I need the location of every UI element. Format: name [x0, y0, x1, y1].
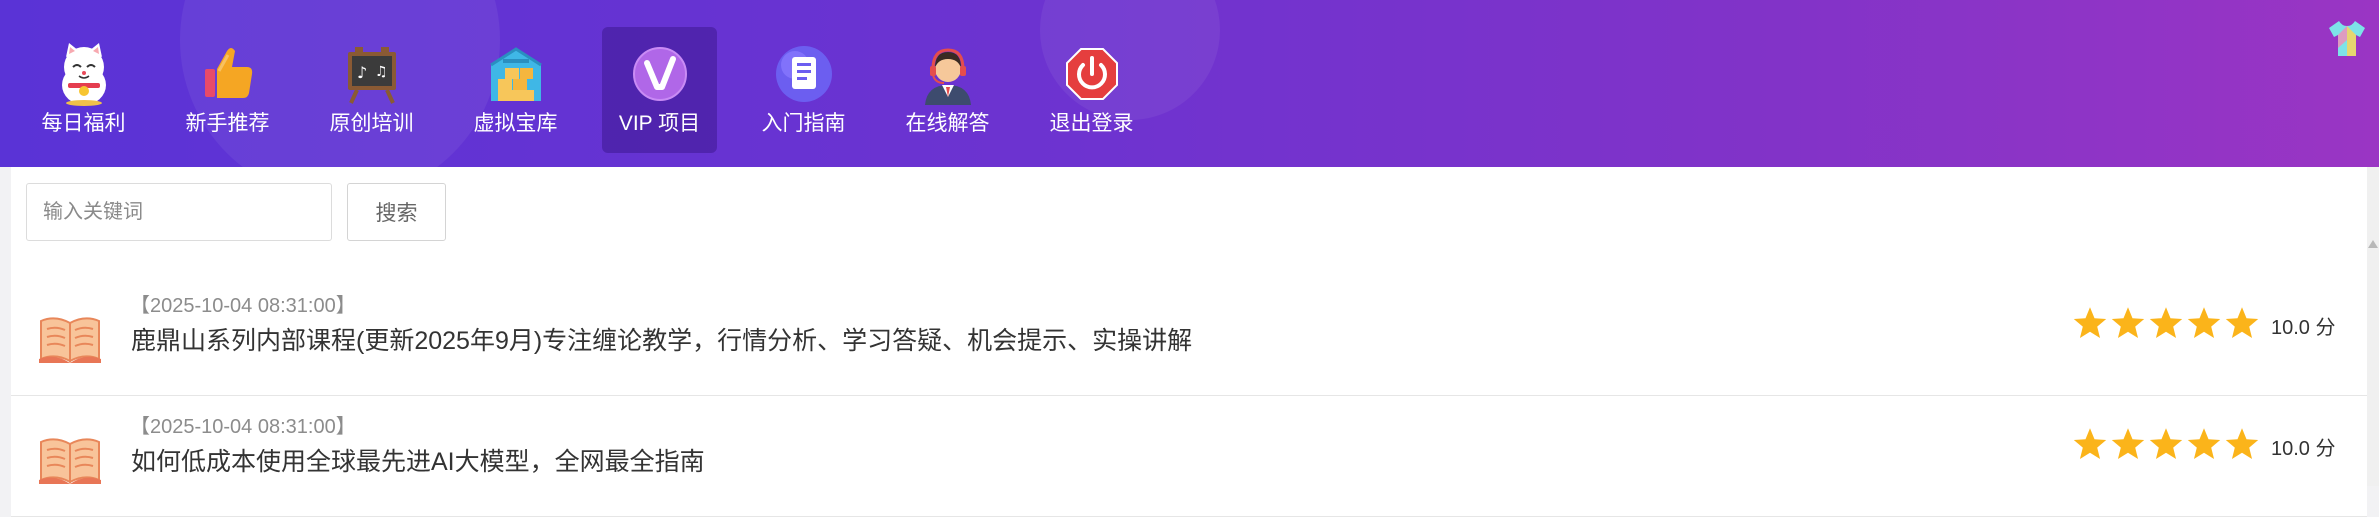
item-title[interactable]: 鹿鼎山系列内部课程(更新2025年9月)专注缠论教学，行情分析、学习答疑、机会提… [131, 325, 1192, 357]
star-icon [2111, 307, 2145, 338]
scrollbar[interactable] [2367, 167, 2379, 486]
top-navigation-bar: 每日福利 新手推荐 ♪ ♫ 原创培训 虚拟宝库 VIP 项目 入门指南 在线解答… [0, 0, 2379, 167]
item-title[interactable]: 如何低成本使用全球最先进AI大模型，全网最全指南 [131, 446, 705, 478]
rating-stars [2072, 426, 2262, 462]
nav-item-virtual-treasury[interactable]: 虚拟宝库 [458, 27, 573, 153]
search-input[interactable] [26, 183, 332, 241]
star-icon [2187, 428, 2221, 459]
star-icon [2111, 428, 2145, 459]
nav-item-newbie-recommend[interactable]: 新手推荐 [170, 27, 285, 153]
nav-item-daily-welfare[interactable]: 每日福利 [26, 27, 141, 153]
customer-service-icon [924, 48, 971, 105]
scroll-up-arrow-icon[interactable] [2367, 232, 2379, 258]
nav-item-online-answer[interactable]: 在线解答 [890, 27, 1005, 153]
power-icon [1065, 48, 1118, 100]
nav-item-logout[interactable]: 退出登录 [1034, 27, 1149, 153]
item-date: 【2025-10-04 08:31:00】 [130, 295, 356, 317]
nav-item-vip-project[interactable]: VIP 项目 [602, 27, 717, 153]
nav-label: 每日福利 [41, 112, 126, 135]
item-score: 10.0 分 [2271, 317, 2336, 339]
svg-text:♫: ♫ [375, 64, 388, 80]
nav-label: 在线解答 [905, 112, 990, 135]
nav-item-original-training[interactable]: ♪ ♫ 原创培训 [314, 27, 429, 153]
chalkboard-icon: ♪ ♫ [347, 47, 396, 104]
thumbs-up-icon [204, 48, 252, 98]
open-book-icon [39, 317, 101, 363]
warehouse-icon [489, 47, 542, 101]
star-icon [2149, 428, 2183, 459]
item-score: 10.0 分 [2271, 438, 2336, 460]
list-item[interactable]: 【2025-10-04 08:31:00】 鹿鼎山系列内部课程(更新2025年9… [11, 275, 2367, 396]
theme-shirt-icon[interactable] [2325, 18, 2369, 58]
star-icon [2073, 307, 2107, 338]
nav-label: 原创培训 [329, 112, 414, 135]
list-item[interactable]: 【2025-10-04 08:31:00】 如何低成本使用全球最先进AI大模型，… [11, 396, 2367, 517]
nav-label: 新手推荐 [185, 112, 270, 135]
nav-label: 退出登录 [1049, 112, 1134, 135]
document-icon [775, 46, 832, 102]
main-nav: 每日福利 新手推荐 ♪ ♫ 原创培训 虚拟宝库 VIP 项目 入门指南 在线解答… [26, 27, 1178, 153]
nav-label: 入门指南 [761, 112, 846, 135]
nav-item-getting-started[interactable]: 入门指南 [746, 27, 861, 153]
item-date: 【2025-10-04 08:31:00】 [130, 416, 356, 438]
star-icon [2187, 307, 2221, 338]
star-icon [2073, 428, 2107, 459]
course-list: 【2025-10-04 08:31:00】 鹿鼎山系列内部课程(更新2025年9… [11, 275, 2367, 517]
nav-label: 虚拟宝库 [473, 112, 558, 135]
main-content: 搜索 【2025-10-04 08:31:00】 鹿鼎山系列内部课程(更新202… [11, 167, 2367, 517]
lucky-cat-icon [61, 43, 106, 106]
star-icon [2149, 307, 2183, 338]
vip-icon [632, 47, 687, 101]
svg-text:♪: ♪ [357, 63, 367, 82]
nav-label: VIP 项目 [618, 112, 701, 135]
star-icon [2225, 428, 2259, 459]
star-icon [2225, 307, 2259, 338]
rating-stars [2072, 305, 2262, 341]
search-button[interactable]: 搜索 [347, 183, 446, 241]
search-bar: 搜索 [26, 183, 446, 241]
open-book-icon [39, 438, 101, 484]
